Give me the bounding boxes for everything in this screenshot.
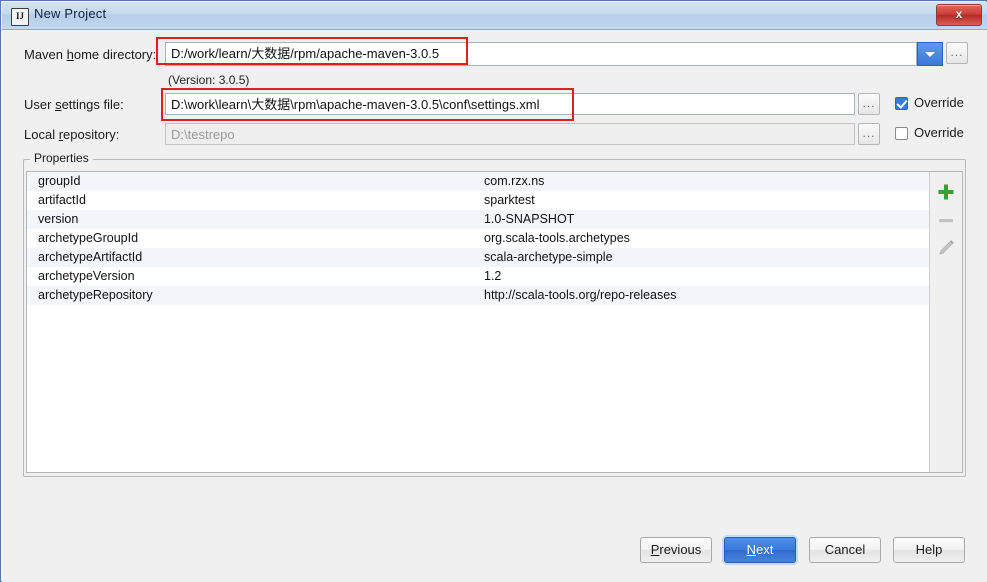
chevron-down-icon	[925, 52, 935, 57]
close-icon[interactable]: x	[936, 4, 982, 26]
add-property-button[interactable]	[934, 180, 958, 204]
pencil-icon	[939, 240, 954, 255]
user-settings-browse-button[interactable]: ...	[858, 93, 880, 115]
table-row[interactable]: archetypeArtifactId scala-archetype-simpl…	[27, 248, 931, 267]
property-value: scala-archetype-simple	[484, 250, 613, 264]
table-row[interactable]: archetypeGroupId org.scala-tools.archetyp…	[27, 229, 931, 248]
maven-version-note: (Version: 3.0.5)	[168, 73, 250, 87]
table-row[interactable]: groupId com.rzx.ns	[27, 172, 931, 191]
intellij-idea-icon: IJ	[11, 8, 29, 26]
window-title: New Project	[34, 6, 107, 21]
property-value: sparktest	[484, 193, 535, 207]
remove-property-button[interactable]	[934, 208, 958, 232]
user-settings-override-label: Override	[914, 95, 964, 110]
property-key: groupId	[38, 174, 81, 188]
local-repository-browse-button[interactable]: ...	[858, 123, 880, 145]
local-repository-override-label: Override	[914, 125, 964, 140]
maven-home-browse-button[interactable]: ...	[946, 42, 968, 64]
properties-table[interactable]: groupId com.rzx.ns artifactId sparktest ve…	[26, 171, 963, 473]
maven-home-input[interactable]: D:/work/learn/大数据/rpm/apache-maven-3.0.5	[165, 42, 917, 66]
help-button[interactable]: Help	[893, 537, 965, 563]
property-value: 1.0-SNAPSHOT	[484, 212, 575, 226]
dialog-body: Maven home directory: D:/work/learn/大数据/…	[2, 30, 987, 582]
property-key: archetypeGroupId	[38, 231, 139, 245]
table-row[interactable]: archetypeVersion 1.2	[27, 267, 931, 286]
property-value: org.scala-tools.archetypes	[484, 231, 630, 245]
user-settings-input[interactable]: D:\work\learn\大数据\rpm\apache-maven-3.0.5…	[165, 93, 855, 115]
edit-property-button[interactable]	[934, 236, 958, 260]
local-repository-input[interactable]: D:\testrepo	[165, 123, 855, 145]
plus-icon	[938, 184, 954, 200]
next-button[interactable]: Next	[724, 537, 796, 563]
property-key: archetypeArtifactId	[38, 250, 143, 264]
title-bar: IJ New Project x	[2, 2, 987, 30]
property-key: artifactId	[38, 193, 86, 207]
local-repository-override-checkbox[interactable]	[895, 127, 908, 140]
property-value: 1.2	[484, 269, 502, 283]
cancel-button[interactable]: Cancel	[809, 537, 881, 563]
table-row[interactable]: archetypeRepository http://scala-tools.or…	[27, 286, 931, 305]
properties-table-rows: groupId com.rzx.ns artifactId sparktest ve…	[27, 172, 931, 472]
maven-home-dropdown-button[interactable]	[917, 42, 943, 66]
maven-home-label: Maven home directory:	[24, 47, 157, 62]
user-settings-override-checkbox[interactable]	[895, 97, 908, 110]
user-settings-label: User settings file:	[24, 97, 124, 112]
property-value: http://scala-tools.org/repo-releases	[484, 288, 677, 302]
minus-icon	[939, 219, 953, 223]
local-repository-label: Local repository:	[24, 127, 120, 142]
table-row[interactable]: version 1.0-SNAPSHOT	[27, 210, 931, 229]
new-project-dialog: IJ New Project x Maven home directory: D…	[0, 0, 987, 582]
properties-group-label: Properties	[30, 151, 93, 165]
properties-toolbar	[929, 172, 962, 472]
property-key: archetypeRepository	[38, 288, 153, 302]
property-key: version	[38, 212, 79, 226]
property-key: archetypeVersion	[38, 269, 135, 283]
property-value: com.rzx.ns	[484, 174, 545, 188]
table-row[interactable]: artifactId sparktest	[27, 191, 931, 210]
previous-button[interactable]: Previous	[640, 537, 712, 563]
